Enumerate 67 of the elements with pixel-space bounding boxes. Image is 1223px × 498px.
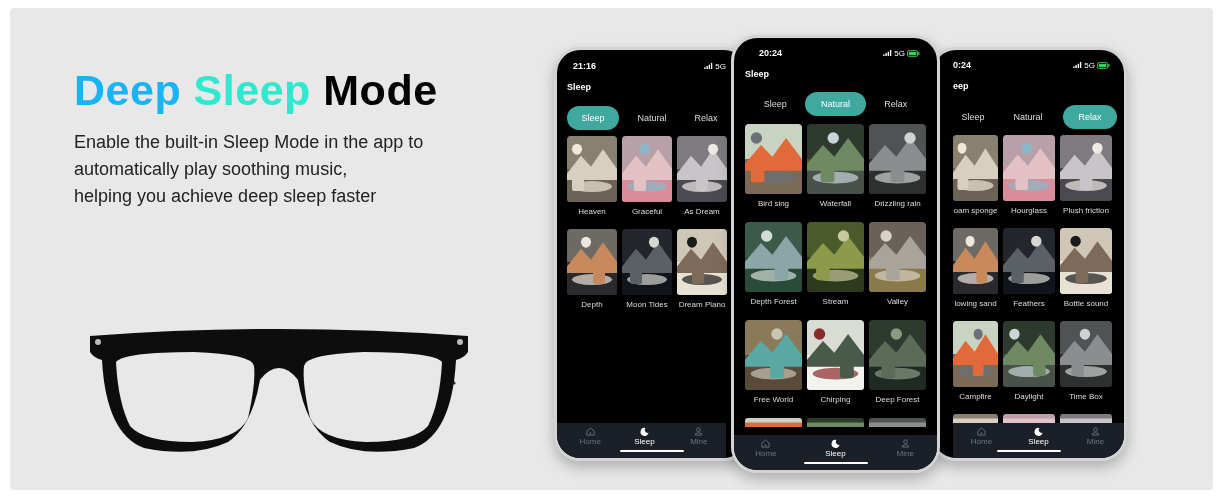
track-title: Dream Piano <box>678 299 726 311</box>
nav-tab[interactable]: Mine <box>870 439 937 458</box>
signal-icon <box>883 50 893 56</box>
network-label: 5G <box>715 61 726 71</box>
home-indicator <box>803 462 868 464</box>
home-indicator <box>620 450 684 452</box>
category-tab[interactable]: Sleep <box>953 105 993 129</box>
battery-icon <box>1097 61 1110 69</box>
signal-icon <box>1073 62 1083 68</box>
track-title: Deep Forest <box>875 394 920 406</box>
home-icon <box>585 427 595 436</box>
track-title: Campfire <box>959 391 992 403</box>
person-icon <box>900 439 910 448</box>
track-title: Moon Tides <box>626 299 668 311</box>
nav-tab[interactable]: Home <box>953 427 1010 446</box>
screen-title: eep <box>953 81 970 93</box>
track-title: As Dream <box>684 206 720 218</box>
moon-icon <box>640 427 649 436</box>
nav-tab[interactable]: Sleep <box>617 427 672 446</box>
nav-tab[interactable]: Sleep <box>800 439 871 458</box>
track-title: Plush friction <box>1063 205 1109 217</box>
track-title: Stream <box>822 296 849 308</box>
moon-icon <box>831 439 840 448</box>
home-icon <box>761 439 771 448</box>
status-time: 20:24 <box>759 48 783 58</box>
track-title: Waterfall <box>819 198 852 210</box>
network-label: 5G <box>1084 60 1095 70</box>
track-title: Chirping <box>820 394 851 406</box>
nav-tab[interactable]: Mine <box>671 427 726 446</box>
category-tab[interactable]: Natural <box>993 105 1063 129</box>
home-indicator <box>996 450 1061 452</box>
category-tab[interactable]: Relax <box>685 106 727 130</box>
track-title: Bottle sound <box>1063 298 1109 310</box>
signal-icon <box>704 63 714 69</box>
track-title: Hourglass <box>1011 205 1047 217</box>
status-time: 21:16 <box>573 61 597 71</box>
track-title: Daylight <box>1014 391 1044 403</box>
track-title: Free World <box>753 394 794 406</box>
status-time: 0:24 <box>953 60 971 70</box>
moon-icon <box>1034 427 1043 436</box>
track-title: Graceful <box>631 206 663 218</box>
nav-tab[interactable]: Mine <box>1067 427 1124 446</box>
screen-title: Sleep <box>567 82 592 94</box>
nav-tab[interactable]: Home <box>734 439 801 458</box>
screen-title: Sleep <box>745 69 770 81</box>
track-title: Time Box <box>1069 391 1103 403</box>
headline: Deep Sleep Mode <box>74 66 438 115</box>
track-title: oam sponge <box>953 205 998 217</box>
person-icon <box>694 427 704 436</box>
track-title: Bird sing <box>757 198 790 210</box>
nav-tab[interactable]: Sleep <box>1010 427 1067 446</box>
track-title: lowing sand <box>954 298 997 310</box>
track-title: Depth <box>581 299 603 311</box>
category-tab[interactable]: Natural <box>619 106 685 130</box>
home-icon <box>977 427 986 436</box>
category-tab[interactable]: Sleep <box>745 92 806 116</box>
description-text: Enable the built-in Sleep Mode in the app to automatically play soothing music, helping you achieve deep sleep faster <box>74 131 424 208</box>
battery-icon <box>907 49 920 57</box>
track-title: Depth Forest <box>750 296 797 308</box>
track-title: Drizzling rain <box>874 198 921 210</box>
network-label: 5G <box>894 48 905 58</box>
track-title: Feathers <box>1013 298 1045 310</box>
track-title: Heaven <box>578 206 606 218</box>
track-title: Valley <box>886 296 909 308</box>
person-icon <box>1091 427 1100 436</box>
category-tab[interactable]: Relax <box>865 92 926 116</box>
nav-tab[interactable]: Home <box>563 427 618 446</box>
